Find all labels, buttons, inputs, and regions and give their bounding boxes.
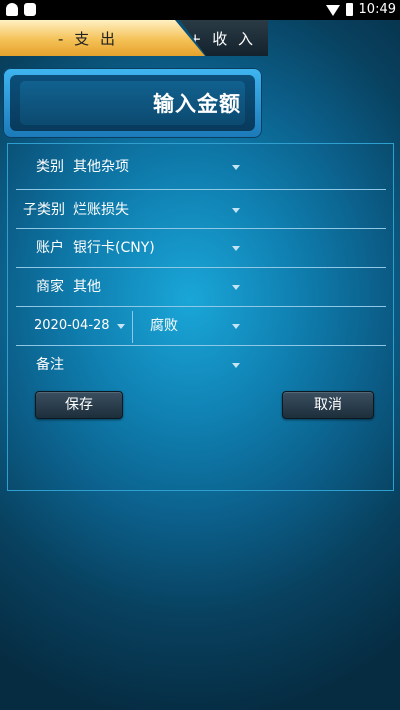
chevron-down-icon[interactable] (232, 363, 240, 368)
account-row[interactable]: 账户 银行卡(CNY) (8, 229, 393, 267)
note-row[interactable]: 备注 (8, 346, 393, 384)
type-tabs: + 收 入 - 支 出 (0, 20, 400, 56)
notification-ghost-icon (6, 3, 18, 16)
merchant-row[interactable]: 商家 其他 (8, 268, 393, 306)
save-button[interactable]: 保存 (35, 391, 123, 419)
divider (132, 311, 133, 343)
wifi-icon (325, 5, 340, 16)
tag-select[interactable]: 腐败 (150, 307, 178, 345)
amount-inner: 输入金额 (10, 75, 255, 131)
battery-icon (345, 3, 353, 16)
merchant-value[interactable]: 其他 (73, 268, 101, 306)
clock: 10:49 (358, 2, 396, 17)
category-label: 类别 (36, 159, 64, 175)
tab-expense[interactable]: - 支 出 (0, 20, 205, 56)
chevron-down-icon[interactable] (117, 324, 125, 329)
date-picker[interactable]: 2020-04-28 (34, 307, 110, 345)
category-value[interactable]: 其他杂项 (73, 148, 129, 186)
chevron-down-icon[interactable] (232, 165, 240, 170)
account-value[interactable]: 银行卡(CNY) (73, 229, 155, 267)
account-label: 账户 (36, 240, 64, 256)
category-row[interactable]: 类别 其他杂项 (8, 148, 393, 186)
amount-input[interactable]: 输入金额 (20, 81, 245, 125)
chevron-down-icon[interactable] (232, 324, 240, 329)
note-label: 备注 (36, 357, 64, 373)
merchant-label: 商家 (36, 279, 64, 295)
chevron-down-icon[interactable] (232, 208, 240, 213)
status-bar: 10:49 (0, 0, 400, 20)
sd-card-icon (24, 3, 36, 16)
subcategory-row[interactable]: 子类别 烂账损失 (8, 191, 393, 229)
chevron-down-icon[interactable] (232, 285, 240, 290)
chevron-down-icon[interactable] (232, 246, 240, 251)
cancel-button[interactable]: 取消 (282, 391, 374, 419)
divider (16, 189, 386, 190)
amount-frame: 输入金额 (3, 68, 262, 138)
entry-form: 类别 其他杂项 子类别 烂账损失 账户 银行卡(CNY) 商家 其他 2020-… (7, 143, 394, 491)
subcategory-label: 子类别 (23, 202, 65, 218)
subcategory-value[interactable]: 烂账损失 (73, 191, 129, 229)
date-tag-row: 2020-04-28 腐败 (8, 307, 393, 345)
